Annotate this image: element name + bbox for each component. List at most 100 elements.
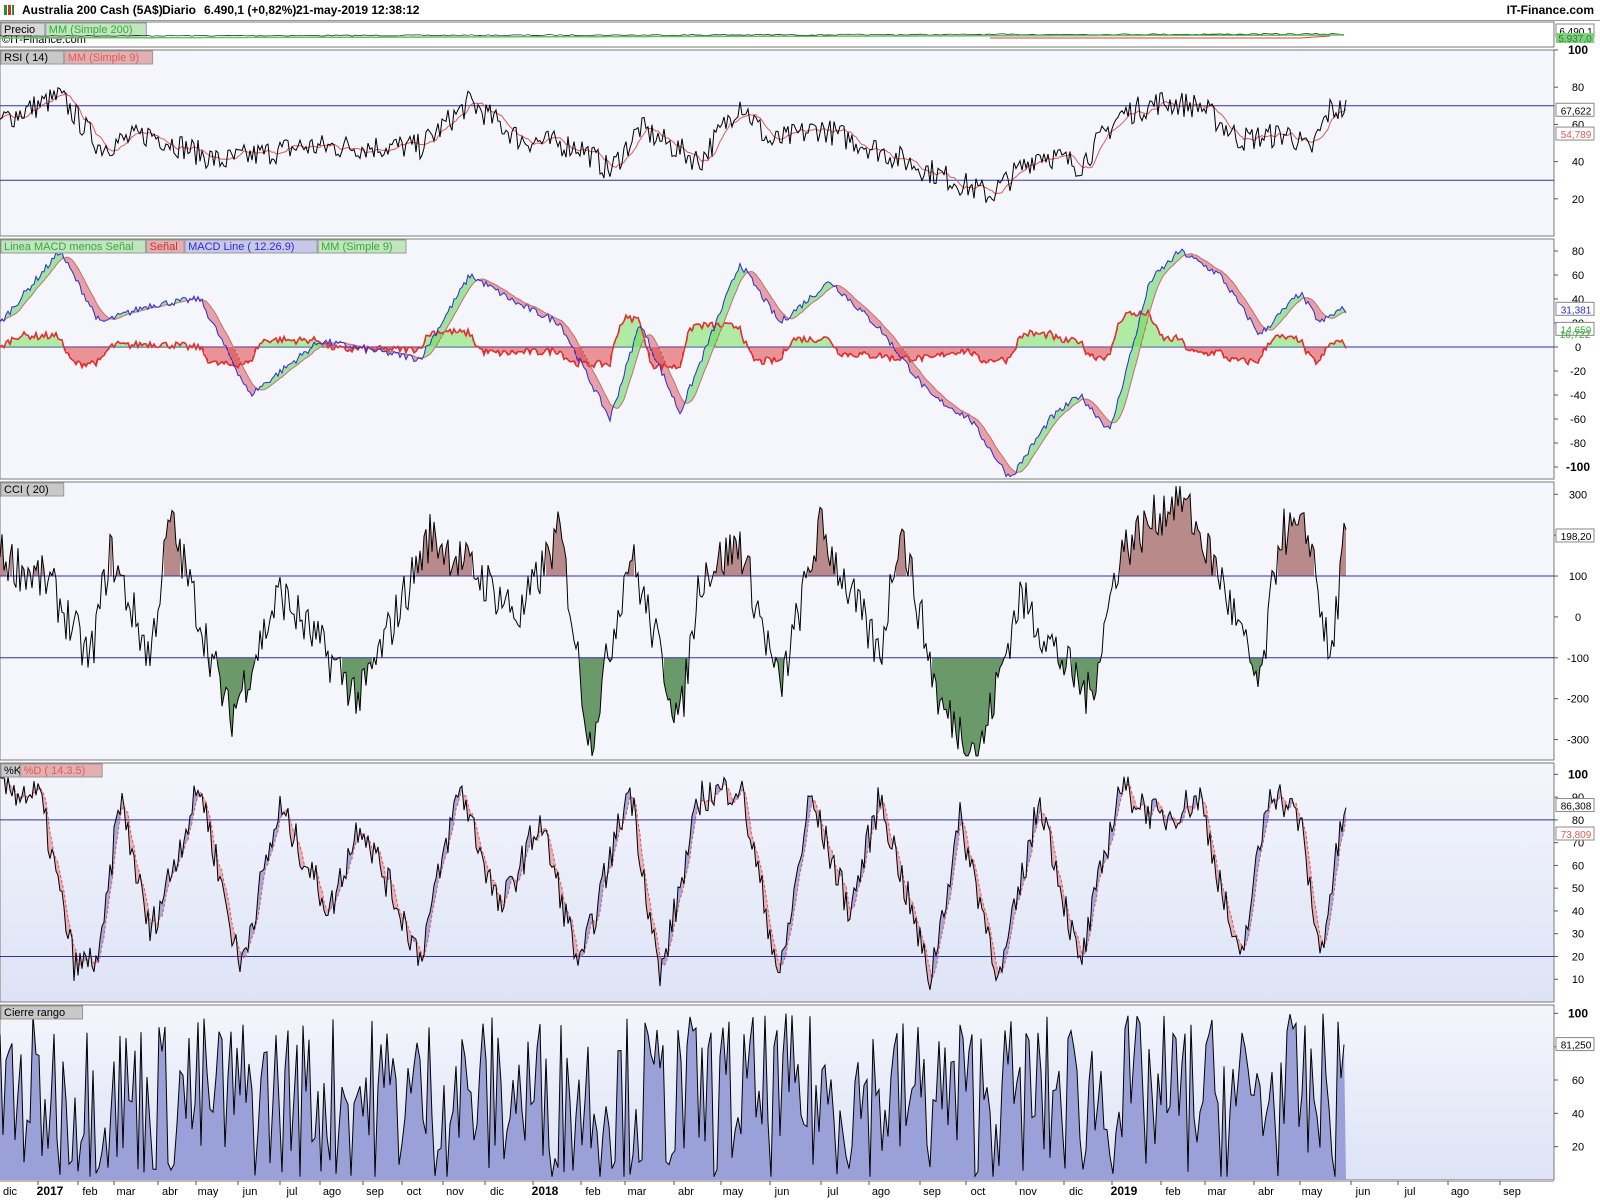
rsi-tick-label: 80 (1572, 82, 1584, 94)
range-tick-label: 20 (1572, 1142, 1584, 1154)
cci-overbought-fill (1294, 518, 1296, 577)
cci-overbought-fill (902, 529, 904, 577)
cci-overbought-fill (630, 560, 632, 577)
x-axis-label: oct (407, 1186, 422, 1198)
x-axis-label: jul (285, 1186, 297, 1198)
range-legend-0: Cierre rango (4, 1007, 65, 1019)
cci-overbought-fill (554, 529, 556, 577)
cci-oversold-fill (352, 657, 354, 680)
cci-overbought-fill (824, 534, 826, 577)
cci-overbought-fill (1296, 524, 1298, 577)
x-axis-label: nov (446, 1186, 464, 1198)
cci-oversold-fill (668, 657, 670, 701)
cci-overbought-fill (1198, 529, 1200, 577)
x-axis-label: ago (323, 1186, 341, 1198)
x-axis-label: dic (490, 1186, 505, 1198)
cci-overbought-fill (1302, 512, 1304, 577)
rsi-ma-last-value: 54,789 (1561, 130, 1592, 141)
cci-overbought-fill (1344, 523, 1346, 577)
rsi-tick-label: 100 (1568, 43, 1588, 57)
cci-tick-label: -100 (1567, 653, 1589, 665)
range-tick-label: 100 (1568, 1006, 1588, 1020)
macd-tick-label: -100 (1566, 460, 1590, 474)
macd-legend-2: MACD Line ( 12.26.9) (188, 241, 294, 253)
cci-oversold-fill (596, 657, 598, 723)
x-axis-label: dic (1069, 1186, 1084, 1198)
macd-legend-0: Linea MACD menos Señal (4, 241, 134, 253)
macd-hist-last-value: 16,722 (1560, 330, 1591, 341)
stoch-tick-label: 60 (1572, 860, 1584, 872)
stoch-k-last-value: 86,308 (1561, 802, 1592, 813)
stoch-d-last-value: 73,809 (1561, 830, 1592, 841)
stoch-tick-label: 20 (1572, 951, 1584, 963)
macd-tick-label: 60 (1572, 270, 1584, 282)
x-axis-label: dic (3, 1186, 18, 1198)
cci-oversold-fill (970, 657, 972, 752)
x-axis-label: may (198, 1186, 219, 1198)
stoch-tick-label: 100 (1568, 767, 1588, 781)
cci-overbought-fill (1148, 524, 1150, 577)
macd-legend-3: MM (Simple 9) (321, 241, 393, 253)
cci-tick-label: -300 (1567, 735, 1589, 747)
rsi-tick-label: 40 (1572, 157, 1584, 169)
cci-overbought-fill (1156, 531, 1158, 577)
macd-fill-segment (1020, 462, 1022, 473)
stoch-fill-segment (1204, 802, 1206, 817)
cci-tick-label: 100 (1569, 571, 1587, 583)
cci-overbought-fill (168, 519, 170, 577)
cci-oversold-fill (978, 657, 980, 756)
cci-oversold-fill (968, 657, 970, 756)
cci-overbought-fill (1292, 518, 1294, 577)
cci-oversold-fill (944, 657, 946, 710)
x-axis-label: abr (1258, 1186, 1274, 1198)
x-axis-label: jul (826, 1186, 838, 1198)
stoch-tick-label: 50 (1572, 883, 1584, 895)
cci-oversold-fill (234, 657, 236, 709)
x-axis-label: mar (1208, 1186, 1227, 1198)
cci-overbought-fill (1278, 546, 1280, 577)
x-axis-label: sep (1503, 1186, 1521, 1198)
x-axis-label: feb (1165, 1186, 1180, 1198)
x-axis-label: jun (1355, 1186, 1371, 1198)
cci-overbought-fill (1186, 497, 1188, 577)
cci-oversold-fill (672, 657, 674, 723)
cci-oversold-fill (226, 657, 228, 690)
cci-oversold-fill (940, 657, 942, 701)
cci-tick-label: -200 (1567, 694, 1589, 706)
x-axis-label: sep (923, 1186, 941, 1198)
cci-overbought-fill (1144, 510, 1146, 577)
cci-oversold-fill (986, 657, 988, 726)
cci-tick-label: 0 (1575, 612, 1581, 624)
rsi-legend-0: RSI ( 14) (4, 52, 48, 64)
cci-oversold-fill (248, 657, 250, 690)
x-axis-label: jun (242, 1186, 258, 1198)
cci-oversold-fill (972, 657, 974, 744)
cci-overbought-fill (1136, 515, 1138, 577)
stoch-legend-1: %D ( 14.3.5) (24, 765, 86, 777)
x-axis-label: may (723, 1186, 744, 1198)
x-axis-label: mar (628, 1186, 647, 1198)
macd-fill-segment (690, 384, 692, 402)
x-axis-label: ago (872, 1186, 890, 1198)
x-axis-label: abr (678, 1186, 694, 1198)
stoch-tick-label: 10 (1572, 974, 1584, 986)
x-axis-label: 2019 (1111, 1184, 1138, 1198)
macd-legend-1: Señal (150, 241, 178, 253)
cci-overbought-fill (546, 542, 548, 577)
cci-oversold-fill (964, 657, 966, 756)
cci-oversold-fill (592, 657, 594, 756)
rsi-tick-label: 20 (1572, 194, 1584, 206)
x-axis-label: sep (366, 1186, 384, 1198)
x-axis-label: jul (1403, 1186, 1415, 1198)
cci-overbought-fill (1280, 549, 1282, 577)
cci-last-value: 198,20 (1561, 532, 1592, 543)
macd-tick-label: -80 (1570, 438, 1586, 450)
cci-overbought-fill (1184, 498, 1186, 577)
x-axis-label: jun (774, 1186, 790, 1198)
cci-oversold-fill (974, 657, 976, 756)
cci-overbought-fill (1146, 517, 1148, 577)
cci-overbought-fill (1168, 512, 1170, 577)
macd-tick-label: 80 (1572, 246, 1584, 258)
range-tick-label: 40 (1572, 1108, 1584, 1120)
cci-overbought-fill (1300, 513, 1302, 577)
